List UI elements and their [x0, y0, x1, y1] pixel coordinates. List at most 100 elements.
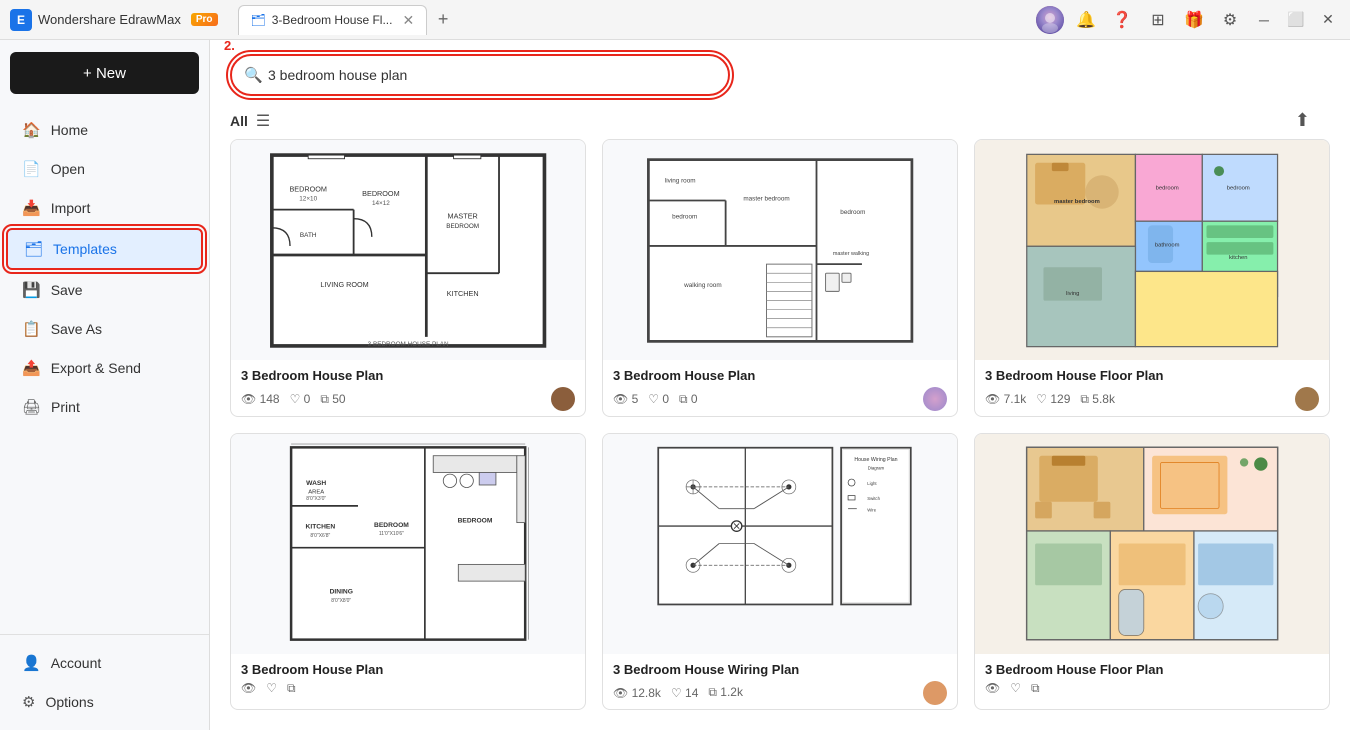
- titlebar-actions: 🔔 ❓ ⊞ 🎁 ⚙ ─ ⬜ ✕: [1036, 6, 1340, 34]
- svg-text:12×10: 12×10: [299, 195, 317, 202]
- svg-text:BEDROOM: BEDROOM: [362, 188, 399, 197]
- tabs-bar: 🗂 3-Bedroom House Fl... ✕ +: [238, 5, 1037, 35]
- svg-text:bedroom: bedroom: [1156, 185, 1179, 191]
- sidebar-item-home[interactable]: 🏠 Home: [6, 111, 203, 149]
- avatar: [1036, 6, 1064, 34]
- notification-btn[interactable]: 🔔: [1072, 6, 1100, 34]
- template-title-1: 3 Bedroom House Plan: [241, 368, 575, 383]
- template-card-1[interactable]: BEDROOM 12×10 BATH BEDROOM 14×12 LIVING …: [230, 139, 586, 417]
- template-title-2: 3 Bedroom House Plan: [613, 368, 947, 383]
- sidebar-item-export-label: Export & Send: [51, 360, 141, 376]
- template-info-2: 3 Bedroom House Plan 👁 5 ♡ 0 ⧉ 0: [603, 360, 957, 417]
- template-title-3: 3 Bedroom House Floor Plan: [985, 368, 1319, 383]
- svg-text:kitchen: kitchen: [1229, 254, 1248, 260]
- sidebar-item-options-label: Options: [45, 694, 93, 710]
- tab-close-btn[interactable]: ✕: [402, 12, 414, 29]
- print-icon: 🖨: [22, 398, 41, 416]
- template-card-3[interactable]: master bedroom bedroom bedroom bathroom …: [974, 139, 1330, 417]
- home-icon: 🏠: [22, 121, 41, 139]
- sidebar-item-save[interactable]: 💾 Save: [6, 271, 203, 309]
- search-input[interactable]: [232, 56, 728, 94]
- sidebar-item-templates[interactable]: 🗂 Templates: [6, 228, 203, 270]
- sidebar-item-save-label: Save: [51, 282, 83, 298]
- pro-badge: Pro: [191, 13, 218, 26]
- copies-3: ⧉ 5.8k: [1080, 392, 1115, 407]
- filter-menu-icon[interactable]: ☰: [256, 111, 270, 131]
- template-card-5[interactable]: House Wiring Plan Diagram Light Switch W…: [602, 433, 958, 711]
- template-grid: BEDROOM 12×10 BATH BEDROOM 14×12 LIVING …: [210, 139, 1350, 730]
- author-avatar-1: [551, 387, 575, 411]
- sidebar-item-account-label: Account: [51, 655, 102, 671]
- copies-6: ⧉: [1031, 681, 1040, 696]
- copies-1: ⧉ 50: [320, 392, 345, 407]
- svg-text:House Wiring Plan: House Wiring Plan: [854, 457, 897, 463]
- template-thumbnail-4: WASH AREA 8'0"X3'0" KITCHEN 8'0"X6'8" BE…: [231, 434, 585, 654]
- svg-text:bathroom: bathroom: [1155, 242, 1180, 248]
- likes-3: ♡ 129: [1036, 392, 1070, 406]
- svg-text:master bedroom: master bedroom: [1054, 198, 1100, 204]
- scroll-top-btn[interactable]: ⬆: [1295, 110, 1310, 131]
- svg-text:WASH: WASH: [306, 480, 326, 487]
- template-card-6[interactable]: 3 Bedroom House Floor Plan 👁 ♡ ⧉: [974, 433, 1330, 711]
- sidebar-bottom: 👤 Account ⚙ Options: [0, 634, 209, 730]
- sidebar-item-open[interactable]: 📄 Open: [6, 150, 203, 188]
- template-meta-2: 👁 5 ♡ 0 ⧉ 0: [613, 387, 947, 411]
- search-wrapper: 🔍: [230, 54, 730, 96]
- svg-text:BEDROOM: BEDROOM: [446, 222, 479, 229]
- maximize-btn[interactable]: ⬜: [1284, 8, 1308, 32]
- add-tab-button[interactable]: +: [431, 8, 455, 32]
- svg-text:LIVING ROOM: LIVING ROOM: [320, 279, 368, 288]
- template-title-4: 3 Bedroom House Plan: [241, 662, 575, 677]
- search-icon: 🔍: [244, 66, 263, 84]
- svg-text:Light: Light: [867, 481, 877, 486]
- views-4: 👁: [241, 681, 256, 695]
- sidebar-item-print[interactable]: 🖨 Print: [6, 388, 203, 426]
- sidebar-item-import[interactable]: 📥 Import: [6, 189, 203, 227]
- filter-all-label: All: [230, 113, 248, 129]
- svg-text:bedroom: bedroom: [672, 213, 697, 220]
- active-tab[interactable]: 🗂 3-Bedroom House Fl... ✕: [238, 5, 428, 35]
- svg-text:master walking: master walking: [833, 251, 869, 257]
- share-btn[interactable]: 🎁: [1180, 6, 1208, 34]
- svg-text:living: living: [1066, 290, 1079, 296]
- likes-2: ♡ 0: [648, 392, 669, 406]
- minimize-btn[interactable]: ─: [1252, 8, 1276, 32]
- sidebar-item-save-as[interactable]: 📋 Save As: [6, 310, 203, 348]
- template-card-4[interactable]: WASH AREA 8'0"X3'0" KITCHEN 8'0"X6'8" BE…: [230, 433, 586, 711]
- sidebar-item-account[interactable]: 👤 Account: [6, 644, 203, 682]
- open-icon: 📄: [22, 160, 41, 178]
- new-button[interactable]: + New: [10, 52, 199, 94]
- views-6: 👁: [985, 681, 1000, 695]
- app-body: + New 🏠 Home 📄 Open 📥 Import 🗂 Templates…: [0, 40, 1350, 730]
- settings-btn[interactable]: ⚙: [1216, 6, 1244, 34]
- apps-btn[interactable]: ⊞: [1144, 6, 1172, 34]
- svg-text:MASTER: MASTER: [447, 211, 477, 220]
- svg-text:bedroom: bedroom: [1227, 185, 1250, 191]
- close-btn[interactable]: ✕: [1316, 8, 1340, 32]
- svg-text:bedroom: bedroom: [840, 209, 865, 216]
- svg-text:walking room: walking room: [683, 281, 721, 288]
- svg-text:BEDROOM: BEDROOM: [374, 522, 409, 529]
- svg-text:BEDROOM: BEDROOM: [457, 518, 492, 525]
- sidebar-item-export[interactable]: 📤 Export & Send: [6, 349, 203, 387]
- svg-text:BEDROOM: BEDROOM: [289, 184, 326, 193]
- sidebar-item-templates-label: Templates: [53, 241, 117, 257]
- template-meta-5: 👁 12.8k ♡ 14 ⧉ 1.2k: [613, 681, 947, 705]
- templates-icon: 🗂: [24, 240, 43, 258]
- template-title-6: 3 Bedroom House Floor Plan: [985, 662, 1319, 677]
- copies-4: ⧉: [287, 681, 296, 696]
- svg-text:14×12: 14×12: [372, 200, 390, 207]
- template-thumbnail-3: master bedroom bedroom bedroom bathroom …: [975, 140, 1329, 360]
- save-as-icon: 📋: [22, 320, 41, 338]
- filter-row: All ☰ ⬆: [210, 106, 1350, 139]
- template-thumbnail-2: living room bedroom master bedroom walki…: [603, 140, 957, 360]
- tab-icon: 🗂: [251, 13, 266, 27]
- svg-text:KITCHEN: KITCHEN: [305, 523, 335, 530]
- author-avatar-3: [1295, 387, 1319, 411]
- help-btn[interactable]: ❓: [1108, 6, 1136, 34]
- likes-6: ♡: [1010, 681, 1021, 695]
- svg-text:DINING: DINING: [329, 589, 352, 596]
- template-info-3: 3 Bedroom House Floor Plan 👁 7.1k ♡ 129 …: [975, 360, 1329, 417]
- template-card-2[interactable]: living room bedroom master bedroom walki…: [602, 139, 958, 417]
- sidebar-item-options[interactable]: ⚙ Options: [6, 683, 203, 721]
